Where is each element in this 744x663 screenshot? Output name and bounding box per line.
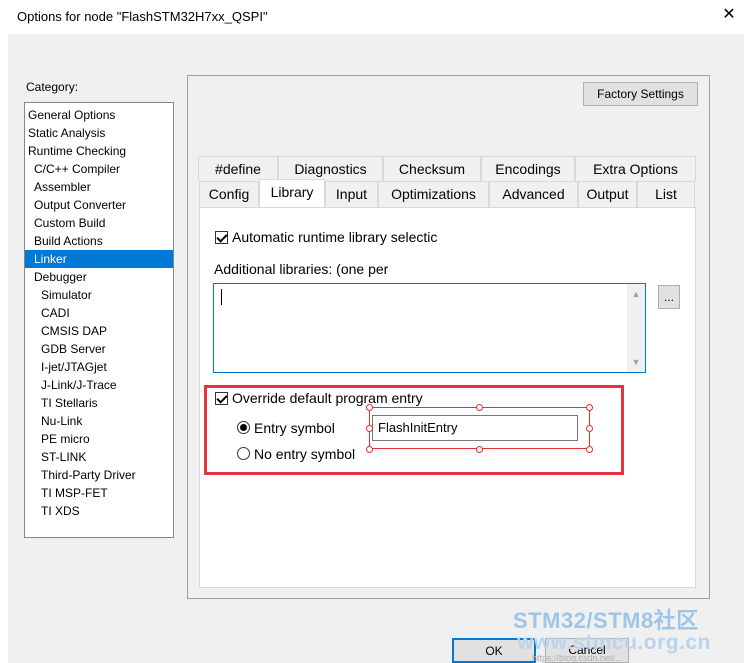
- watermark-url: www.stmcu.org.cn: [517, 631, 711, 654]
- category-item-c-c-compiler[interactable]: C/C++ Compiler: [25, 160, 173, 178]
- resize-handle[interactable]: [586, 446, 593, 453]
- factory-settings-button[interactable]: Factory Settings: [583, 82, 698, 106]
- text-caret: [221, 289, 222, 305]
- watermark-blog: https://blog.csdn.net/...: [532, 653, 623, 663]
- category-item-ti-stellaris[interactable]: TI Stellaris: [25, 394, 173, 412]
- category-item-custom-build[interactable]: Custom Build: [25, 214, 173, 232]
- override-entry-label: Override default program entry: [232, 390, 423, 406]
- tab-optimizations[interactable]: Optimizations: [378, 181, 489, 207]
- override-entry-checkbox[interactable]: [215, 392, 228, 405]
- category-item-ti-msp-fet[interactable]: TI MSP-FET: [25, 484, 173, 502]
- additional-libraries-label: Additional libraries: (one per: [214, 261, 389, 277]
- category-item-simulator[interactable]: Simulator: [25, 286, 173, 304]
- category-item-general-options[interactable]: General Options: [25, 106, 173, 124]
- category-item-assembler[interactable]: Assembler: [25, 178, 173, 196]
- tab-library[interactable]: Library: [259, 179, 325, 207]
- entry-symbol-radio[interactable]: [237, 421, 250, 434]
- scroll-down-icon[interactable]: ▼: [627, 354, 645, 370]
- category-item-j-link-j-trace[interactable]: J-Link/J-Trace: [25, 376, 173, 394]
- category-item-static-analysis[interactable]: Static Analysis: [25, 124, 173, 142]
- category-item-runtime-checking[interactable]: Runtime Checking: [25, 142, 173, 160]
- no-entry-symbol-label: No entry symbol: [254, 446, 356, 462]
- scroll-up-icon[interactable]: ▲: [627, 286, 645, 302]
- window-title: Options for node "FlashSTM32H7xx_QSPI": [17, 9, 268, 24]
- additional-libraries-input[interactable]: [213, 283, 646, 373]
- tab-define[interactable]: #define: [198, 156, 278, 181]
- category-item-i-jet-jtagjet[interactable]: I-jet/JTAGjet: [25, 358, 173, 376]
- tab-input[interactable]: Input: [325, 181, 378, 207]
- libraries-scrollbar[interactable]: ▲ ▼: [627, 284, 645, 372]
- category-item-debugger[interactable]: Debugger: [25, 268, 173, 286]
- tab-checksum[interactable]: Checksum: [383, 156, 481, 181]
- tab-advanced[interactable]: Advanced: [489, 181, 578, 207]
- background-window-edge: [0, 34, 8, 663]
- category-item-gdb-server[interactable]: GDB Server: [25, 340, 173, 358]
- category-item-linker[interactable]: Linker: [25, 250, 173, 268]
- category-item-third-party-driver[interactable]: Third-Party Driver: [25, 466, 173, 484]
- tab-diagnostics[interactable]: Diagnostics: [278, 156, 383, 181]
- tab-encodings[interactable]: Encodings: [481, 156, 575, 181]
- tab-list[interactable]: List: [637, 181, 695, 207]
- close-icon[interactable]: ✕: [718, 4, 740, 26]
- category-item-cmsis-dap[interactable]: CMSIS DAP: [25, 322, 173, 340]
- resize-handle[interactable]: [366, 425, 373, 432]
- selection-outline: [369, 407, 590, 449]
- category-item-nu-link[interactable]: Nu-Link: [25, 412, 173, 430]
- category-item-output-converter[interactable]: Output Converter: [25, 196, 173, 214]
- category-label: Category:: [26, 80, 79, 94]
- category-item-cadi[interactable]: CADI: [25, 304, 173, 322]
- tab-extra-options[interactable]: Extra Options: [575, 156, 696, 181]
- no-entry-symbol-radio[interactable]: [237, 447, 250, 460]
- entry-symbol-label: Entry symbol: [254, 420, 335, 436]
- resize-handle[interactable]: [366, 404, 373, 411]
- resize-handle[interactable]: [476, 404, 483, 411]
- resize-handle[interactable]: [476, 446, 483, 453]
- category-item-build-actions[interactable]: Build Actions: [25, 232, 173, 250]
- category-item-ti-xds[interactable]: TI XDS: [25, 502, 173, 520]
- resize-handle[interactable]: [586, 404, 593, 411]
- auto-runtime-checkbox[interactable]: [215, 231, 228, 244]
- auto-runtime-label: Automatic runtime library selectic: [232, 229, 438, 245]
- resize-handle[interactable]: [586, 425, 593, 432]
- category-item-st-link[interactable]: ST-LINK: [25, 448, 173, 466]
- tab-output[interactable]: Output: [578, 181, 637, 207]
- browse-libraries-button[interactable]: ...: [658, 285, 680, 309]
- resize-handle[interactable]: [366, 446, 373, 453]
- category-list[interactable]: General Options Static Analysis Runtime Ch…: [24, 102, 174, 538]
- tab-config[interactable]: Config: [199, 181, 259, 207]
- category-item-pe-micro[interactable]: PE micro: [25, 430, 173, 448]
